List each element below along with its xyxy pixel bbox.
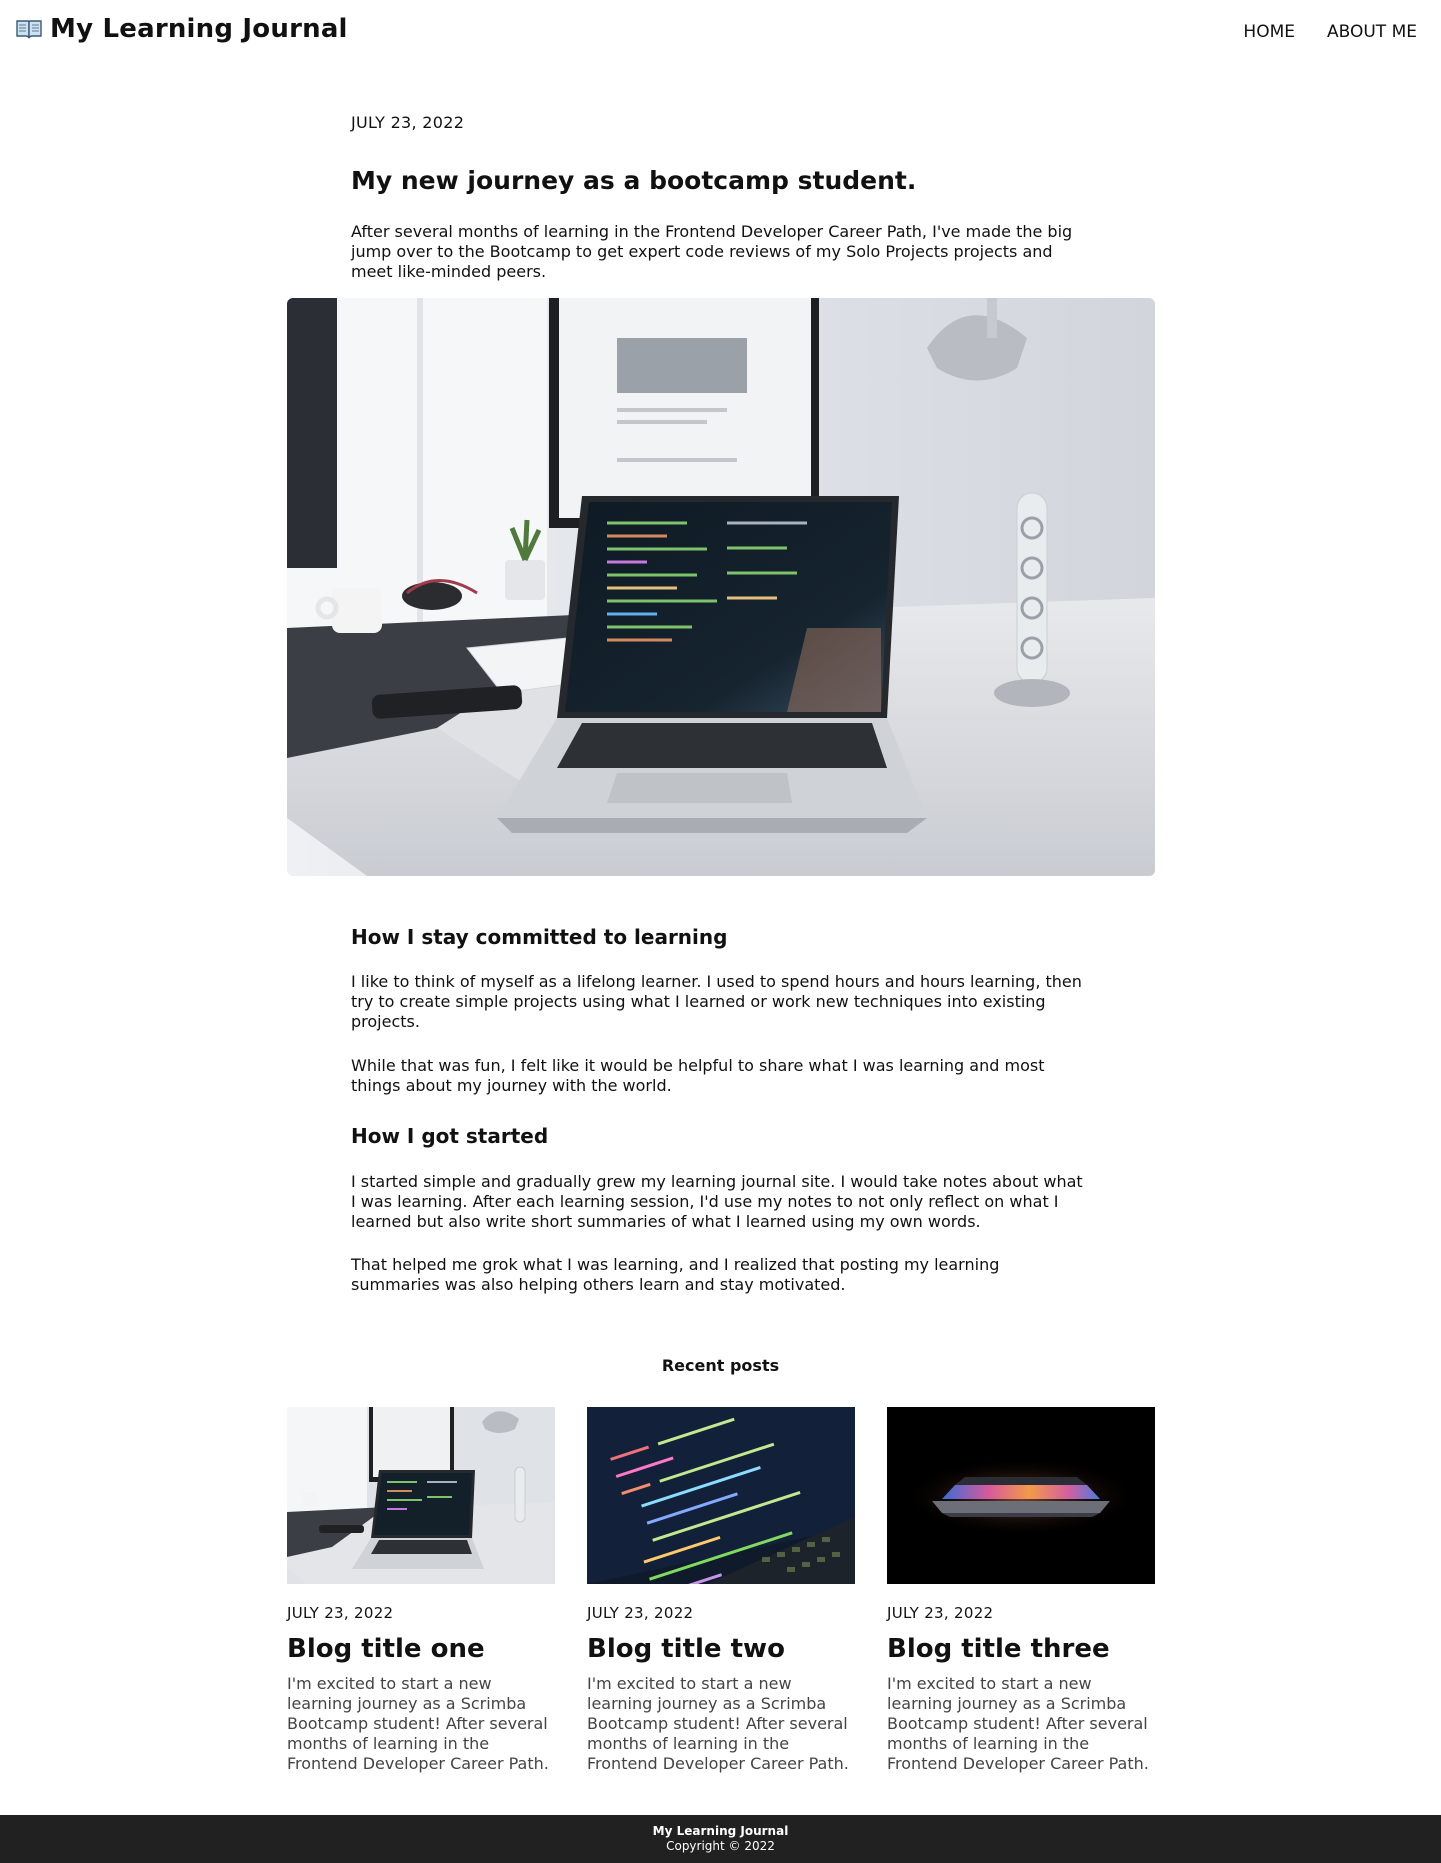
- open-book-icon: [16, 20, 42, 39]
- hero-image: [287, 298, 1155, 876]
- footer-title: My Learning Journal: [652, 1824, 789, 1838]
- section-paragraph: I like to think of myself as a lifelong …: [351, 972, 1082, 1031]
- card-date: JULY 23, 2022: [287, 1604, 394, 1622]
- card-image[interactable]: [287, 1407, 555, 1584]
- footer-copyright: Copyright © 2022: [666, 1839, 775, 1853]
- recent-posts-heading: Recent posts: [661, 1356, 780, 1375]
- recent-post-card[interactable]: JULY 23, 2022 Blog title three I'm excit…: [887, 1407, 1155, 1774]
- card-excerpt: I'm excited to start a new learning jour…: [587, 1674, 849, 1773]
- card-excerpt: I'm excited to start a new learning jour…: [887, 1674, 1149, 1773]
- laptop-desk-thumbnail: [287, 1407, 555, 1584]
- nav-home-link[interactable]: HOME: [1243, 22, 1295, 42]
- card-image[interactable]: [887, 1407, 1155, 1584]
- code-screen-thumbnail: [587, 1407, 855, 1584]
- laptop-desk-photo: [287, 298, 1155, 876]
- site-header: My Learning Journal HOME ABOUT ME: [0, 0, 1441, 64]
- section-heading-committed: How I stay committed to learning: [351, 925, 728, 949]
- post-date: JULY 23, 2022: [351, 113, 465, 132]
- recent-post-card[interactable]: JULY 23, 2022 Blog title one I'm excited…: [287, 1407, 555, 1774]
- glowing-laptop-thumbnail: [887, 1407, 1155, 1584]
- card-title[interactable]: Blog title three: [887, 1634, 1155, 1664]
- recent-post-card[interactable]: JULY 23, 2022 Blog title two I'm excited…: [587, 1407, 855, 1774]
- card-title[interactable]: Blog title one: [287, 1634, 555, 1664]
- site-footer: My Learning Journal Copyright © 2022: [0, 1815, 1441, 1863]
- site-title: My Learning Journal: [50, 14, 348, 44]
- section-heading-started: How I got started: [351, 1124, 549, 1148]
- card-title[interactable]: Blog title two: [587, 1634, 855, 1664]
- main-nav: HOME ABOUT ME: [1243, 22, 1417, 42]
- section-paragraph: I started simple and gradually grew my l…: [351, 1172, 1083, 1231]
- card-excerpt: I'm excited to start a new learning jour…: [287, 1674, 549, 1773]
- post-lead: After several months of learning in the …: [351, 222, 1073, 281]
- section-paragraph: That helped me grok what I was learning,…: [351, 1255, 1000, 1294]
- card-date: JULY 23, 2022: [587, 1604, 694, 1622]
- card-image[interactable]: [587, 1407, 855, 1584]
- brand[interactable]: My Learning Journal: [16, 14, 348, 44]
- post-title: My new journey as a bootcamp student.: [351, 166, 917, 195]
- section-paragraph: While that was fun, I felt like it would…: [351, 1056, 1045, 1095]
- nav-about-link[interactable]: ABOUT ME: [1327, 22, 1417, 42]
- card-date: JULY 23, 2022: [887, 1604, 994, 1622]
